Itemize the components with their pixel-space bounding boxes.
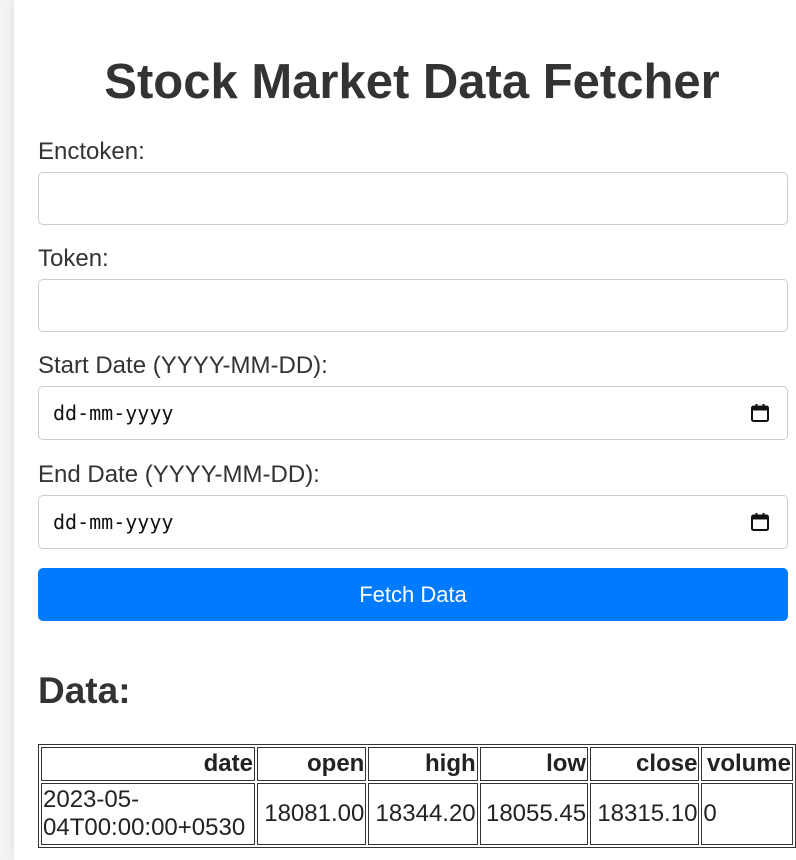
token-input[interactable] <box>38 279 788 332</box>
cell-close: 18315.10 <box>590 783 700 845</box>
table-row: 2023-05- 04T00:00:00+0530 18081.00 18344.… <box>41 783 793 845</box>
fetch-data-button[interactable]: Fetch Data <box>38 568 788 621</box>
end-date-input[interactable]: dd-mm-yyyy <box>38 495 788 549</box>
column-header-date: date <box>41 747 255 781</box>
start-date-input[interactable]: dd-mm-yyyy <box>38 386 788 440</box>
table-header-row: date open high low close volume <box>41 747 793 781</box>
cell-date-part2: 04T00:00:00+0530 <box>43 814 246 841</box>
token-label: Token: <box>38 245 109 272</box>
cell-volume: 0 <box>701 783 793 845</box>
column-header-volume: volume <box>701 747 793 781</box>
cell-open: 18081.00 <box>257 783 367 845</box>
cell-low: 18055.45 <box>479 783 589 845</box>
column-header-low: low <box>479 747 589 781</box>
column-header-open: open <box>257 747 367 781</box>
column-header-close: close <box>590 747 700 781</box>
start-date-label: Start Date (YYYY-MM-DD): <box>38 352 328 379</box>
column-header-high: high <box>368 747 478 781</box>
end-date-label: End Date (YYYY-MM-DD): <box>38 461 320 488</box>
end-date-placeholder: dd-mm-yyyy <box>53 510 174 534</box>
page-title: Stock Market Data Fetcher <box>104 55 720 109</box>
start-date-placeholder: dd-mm-yyyy <box>53 401 174 425</box>
enctoken-label: Enctoken: <box>38 138 145 165</box>
calendar-icon[interactable] <box>750 403 770 423</box>
cell-high: 18344.20 <box>368 783 478 845</box>
data-table: date open high low close volume 2023-05-… <box>38 744 796 848</box>
cell-date-part1: 2023-05- <box>43 786 140 813</box>
cell-date: 2023-05- 04T00:00:00+0530 <box>41 783 255 845</box>
calendar-icon[interactable] <box>750 512 770 532</box>
data-section-title: Data: <box>38 670 131 711</box>
enctoken-input[interactable] <box>38 172 788 225</box>
